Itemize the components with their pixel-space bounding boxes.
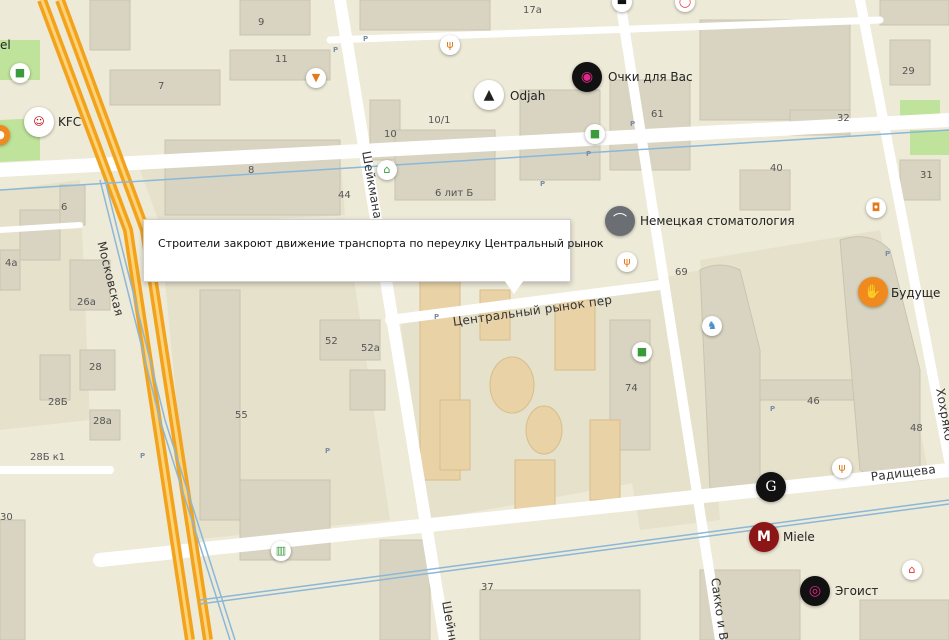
hanger-icon[interactable]: ⌂ [377, 160, 397, 180]
egoist-icon[interactable]: ◎ [800, 576, 830, 606]
callout-tail [504, 280, 524, 294]
poi-label-kfc[interactable]: KFC [58, 115, 81, 129]
news-callout[interactable]: Строители закроют движение транспорта по… [143, 219, 604, 294]
poi-label-ochki[interactable]: Очки для Вас [608, 70, 693, 84]
poi-label-miele[interactable]: Miele [783, 530, 815, 544]
shop-icon[interactable]: ■ [632, 342, 652, 362]
parking-icon: P [586, 150, 592, 158]
house-number: 46 [807, 396, 820, 407]
house-number: 7 [158, 81, 165, 92]
house-number: 48 [910, 423, 923, 434]
house-number: 30 [0, 512, 13, 523]
parking-icon: P [140, 452, 146, 460]
shop-icon[interactable]: ■ [585, 124, 605, 144]
house-number: 28Б к1 [30, 452, 66, 463]
parking-icon: P [885, 250, 891, 258]
home-icon[interactable]: ⌂ [902, 560, 922, 580]
house-number: 69 [675, 267, 688, 278]
poi-label-budushche[interactable]: Будуще [891, 286, 940, 300]
parking-icon: P [540, 180, 546, 188]
kfc-icon[interactable]: ☺ [24, 107, 54, 137]
map-canvas[interactable]: Московская Шейкмана Шейнк Центральный ры… [0, 0, 949, 640]
house-number: 9 [258, 17, 265, 28]
house-number: 8 [248, 165, 255, 176]
poi-label-dental[interactable]: Немецкая стоматология [640, 214, 795, 228]
house-number: 11 [275, 54, 288, 65]
coffee-icon[interactable]: ◘ [866, 198, 886, 218]
fork-icon[interactable]: ψ [440, 35, 460, 55]
house-number: 52а [361, 343, 380, 354]
shop-icon[interactable]: ♞ [702, 316, 722, 336]
miele-icon[interactable]: M [749, 522, 779, 552]
fork-icon[interactable]: ψ [617, 252, 637, 272]
shop-icon[interactable]: ■ [10, 63, 30, 83]
house-number: 6 [61, 202, 68, 213]
poi-label-odjah[interactable]: Odjah [510, 89, 545, 103]
odjah-icon[interactable]: ▲ [474, 80, 504, 110]
cocktail-icon[interactable]: ▼ [306, 68, 326, 88]
parking-icon: P [333, 46, 339, 54]
house-number: 28Б [48, 397, 68, 408]
fork-icon[interactable]: ψ [832, 458, 852, 478]
metro-icon[interactable]: ▥ [271, 541, 291, 561]
house-number: 4а [5, 258, 18, 269]
parking-icon: P [630, 120, 636, 128]
parking-icon: P [363, 35, 369, 43]
house-number: 32 [837, 113, 850, 124]
parking-icon: P [434, 313, 440, 321]
house-number: 37 [481, 582, 494, 593]
poi-label-egoist[interactable]: Эгоист [835, 584, 878, 598]
house-number: 74 [625, 383, 638, 394]
hand-icon[interactable]: ✋ [858, 277, 888, 307]
house-number: 55 [235, 410, 248, 421]
house-number: 52 [325, 336, 338, 347]
house-number: 44 [338, 190, 351, 201]
g-icon[interactable]: G [756, 472, 786, 502]
house-number: 40 [770, 163, 783, 174]
house-number: 61 [651, 109, 664, 120]
parking-icon: P [770, 405, 776, 413]
house-number: 26а [77, 297, 96, 308]
house-number: 31 [920, 170, 933, 181]
house-number: 17а [523, 5, 542, 16]
poi-label-el[interactable]: el [0, 38, 11, 52]
callout-text: Строители закроют движение транспорта по… [158, 237, 604, 250]
house-number: 28 [89, 362, 102, 373]
house-number: 6 лит Б [435, 188, 474, 199]
house-number: 10/1 [428, 115, 451, 126]
house-number: 10 [384, 129, 397, 140]
parking-icon: P [325, 447, 331, 455]
house-number: 28а [93, 416, 112, 427]
glasses-icon[interactable]: ◉ [572, 62, 602, 92]
house-number: 29 [902, 66, 915, 77]
tooth-icon[interactable]: ⌒ [605, 206, 635, 236]
